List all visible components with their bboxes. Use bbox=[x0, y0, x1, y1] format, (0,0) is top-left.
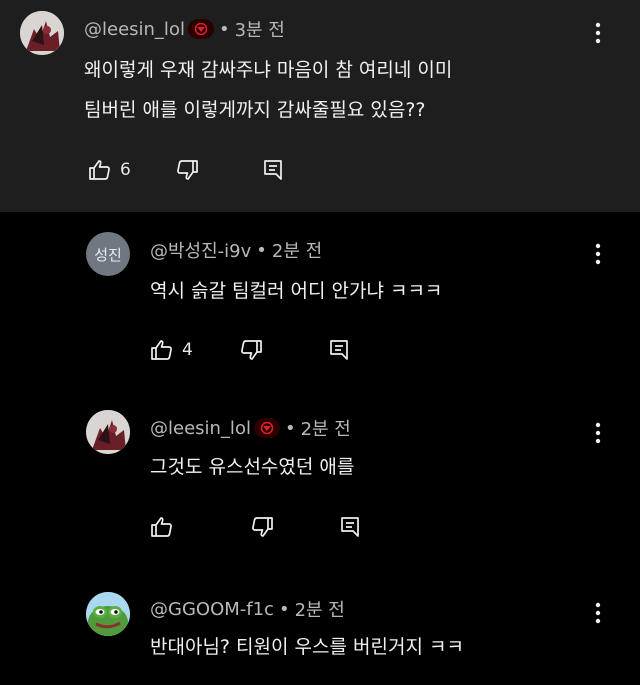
illustrated-character-avatar-icon bbox=[20, 11, 64, 55]
dislike-button[interactable] bbox=[239, 338, 263, 362]
thumb-up-icon bbox=[151, 517, 172, 537]
like-count: 4 bbox=[182, 340, 193, 360]
separator-dot: • bbox=[256, 239, 267, 261]
thumb-up-icon bbox=[89, 160, 110, 180]
comment-line: 반대아님? 티원이 우스를 버린거지 ㅋㅋ bbox=[150, 636, 464, 658]
avatar[interactable] bbox=[86, 410, 130, 454]
illustrated-character-avatar-icon bbox=[86, 410, 130, 454]
more-options-button[interactable] bbox=[588, 601, 608, 625]
comment-line: 왜이렇게 우재 감싸주냐 마음이 참 여리네 이미 bbox=[84, 59, 453, 81]
author-name[interactable]: @박성진-i9v bbox=[150, 237, 251, 263]
more-vert-icon bbox=[595, 422, 601, 444]
more-options-button[interactable] bbox=[588, 421, 608, 445]
author-name[interactable]: @leesin_lol bbox=[84, 19, 185, 40]
timestamp[interactable]: 2분 전 bbox=[301, 415, 351, 441]
dislike-button[interactable] bbox=[175, 158, 199, 182]
reply-icon bbox=[329, 340, 348, 360]
avatar[interactable] bbox=[86, 592, 130, 636]
like-button[interactable]: 4 bbox=[150, 338, 193, 362]
comment-actions: 4 bbox=[150, 338, 351, 362]
timestamp[interactable]: 3분 전 bbox=[235, 16, 285, 42]
comment-reply-parksungjin: 성진 @박성진-i9v • 2분 전 역시 슭갈 팀컬러 어디 안가냐 ㅋㅋㅋ … bbox=[0, 212, 640, 387]
comment-text: 반대아님? 티원이 우스를 버린거지 ㅋㅋ bbox=[150, 627, 464, 667]
comment-leesin-top: @leesin_lol • 3분 전 왜이렇게 우재 감싸주냐 마음이 참 여리… bbox=[0, 0, 640, 212]
separator-dot: • bbox=[218, 18, 230, 40]
more-vert-icon bbox=[595, 22, 601, 44]
author-name[interactable]: @GGOOM-f1c bbox=[150, 599, 274, 620]
separator-dot: • bbox=[284, 417, 296, 439]
dislike-button[interactable] bbox=[250, 515, 274, 539]
like-button[interactable] bbox=[150, 515, 174, 539]
more-vert-icon bbox=[595, 602, 601, 624]
author-line: @GGOOM-f1c • 2분 전 bbox=[150, 596, 345, 622]
comment-line: 역시 슭갈 팀컬러 어디 안가냐 ㅋㅋㅋ bbox=[150, 280, 443, 302]
like-count: 6 bbox=[120, 160, 131, 180]
thumb-down-icon bbox=[252, 517, 273, 537]
thumb-down-icon bbox=[240, 340, 262, 360]
comment-text: 역시 슭갈 팀컬러 어디 안가냐 ㅋㅋㅋ bbox=[150, 271, 442, 311]
timestamp[interactable]: 2분 전 bbox=[295, 596, 345, 622]
t1-badge-icon bbox=[253, 418, 280, 438]
reply-icon bbox=[263, 160, 282, 180]
separator-dot: • bbox=[278, 598, 290, 620]
thumb-down-icon bbox=[176, 160, 198, 180]
author-line: @leesin_lol • 3분 전 bbox=[84, 16, 285, 42]
author-line: @박성진-i9v • 2분 전 bbox=[150, 237, 322, 263]
comment-text: 그것도 유스선수였던 애를 bbox=[150, 447, 354, 487]
comment-text: 왜이렇게 우재 감싸주냐 마음이 참 여리네 이미 팀버린 애를 이렇게까지 감… bbox=[84, 50, 452, 130]
reply-button[interactable] bbox=[327, 338, 351, 362]
comment-actions: 6 bbox=[88, 158, 285, 182]
comment-line: 그것도 유스선수였던 애를 bbox=[150, 456, 355, 478]
author-line: @leesin_lol • 2분 전 bbox=[150, 415, 351, 441]
more-options-button[interactable] bbox=[588, 21, 608, 45]
pepe-frog-avatar-icon bbox=[86, 592, 130, 636]
reply-button[interactable] bbox=[261, 158, 285, 182]
comment-actions bbox=[150, 515, 362, 539]
avatar-initials: 성진 bbox=[94, 245, 122, 264]
comment-reply-leesin: @leesin_lol • 2분 전 그것도 유스선수였던 애를 bbox=[0, 387, 640, 565]
t1-badge-icon bbox=[187, 19, 214, 39]
reply-icon bbox=[341, 517, 359, 537]
like-button[interactable]: 6 bbox=[88, 158, 131, 182]
avatar[interactable] bbox=[20, 11, 64, 55]
avatar[interactable]: 성진 bbox=[86, 232, 130, 276]
reply-button[interactable] bbox=[338, 515, 362, 539]
comment-line: 팀버린 애를 이렇게까지 감싸줄필요 있음?? bbox=[84, 99, 426, 121]
more-vert-icon bbox=[595, 243, 601, 265]
timestamp[interactable]: 2분 전 bbox=[272, 237, 322, 263]
comment-reply-ggoom: @GGOOM-f1c • 2분 전 반대아님? 티원이 우스를 버린거지 ㅋㅋ bbox=[0, 565, 640, 685]
more-options-button[interactable] bbox=[588, 242, 608, 266]
thumb-up-icon bbox=[151, 340, 172, 360]
author-name[interactable]: @leesin_lol bbox=[150, 418, 251, 439]
